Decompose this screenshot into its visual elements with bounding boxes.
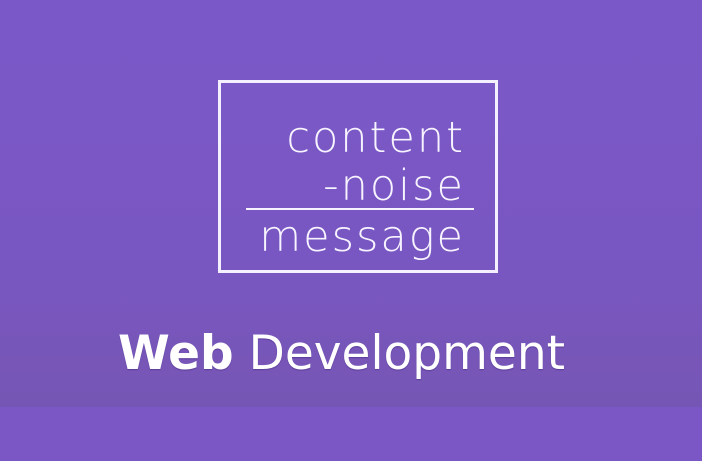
logo-divider [246, 208, 474, 210]
logo-line-content: content [286, 113, 465, 163]
bottom-strip [0, 407, 702, 461]
title-light-word: Development [248, 326, 566, 381]
web-development-card: content -noise message Web Development [0, 0, 702, 461]
page-title: Web Development [118, 330, 608, 377]
logo-line-noise: -noise [323, 161, 465, 211]
logo-line-message: message [259, 212, 465, 262]
logo-frame: content -noise message [218, 80, 498, 273]
title-strong-word: Web [118, 326, 234, 381]
